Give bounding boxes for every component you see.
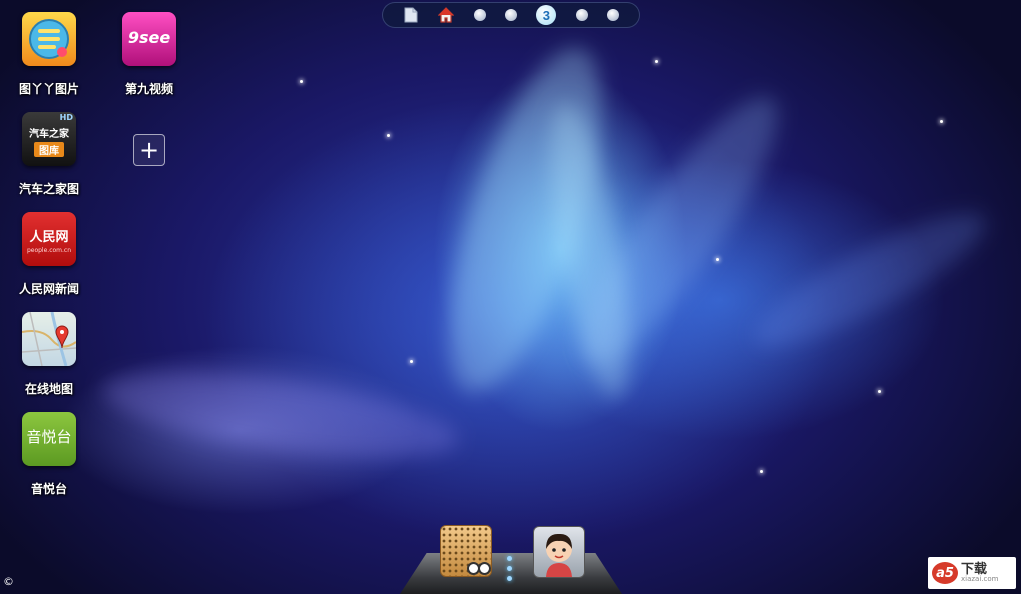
aurora-light <box>741 192 999 368</box>
autohome-icon[interactable]: HD 汽车之家 图库 <box>22 112 76 166</box>
page-dot[interactable] <box>473 9 486 21</box>
icon-text: 音悦台 <box>26 428 72 446</box>
star <box>760 470 763 473</box>
desktop: 3 图丫丫图片 HD 汽车之家 图库 汽车之家图 人民网 people.com.… <box>0 0 1021 594</box>
star <box>940 120 943 123</box>
app-label: 图丫丫图片 <box>18 82 79 96</box>
watermark-logo-text: a5 <box>932 562 958 584</box>
add-app-button[interactable]: + <box>133 134 165 166</box>
hd-badge: HD <box>59 113 73 122</box>
page-indicator: 3 <box>382 2 640 28</box>
star <box>387 134 390 137</box>
aurora-light <box>96 355 464 475</box>
aurora-light <box>534 97 646 403</box>
icon-text: 图库 <box>34 142 64 157</box>
dock-indicator-dot <box>507 556 512 561</box>
9see-icon[interactable]: 9see <box>122 12 176 66</box>
app-autohome[interactable]: HD 汽车之家 图库 汽车之家图 <box>4 112 94 197</box>
people-icon[interactable]: 人民网 people.com.cn <box>22 212 76 266</box>
app-label: 音悦台 <box>30 482 67 496</box>
icon-text: 9see <box>127 28 171 47</box>
star <box>655 60 658 63</box>
app-label: 第九视频 <box>124 82 173 96</box>
avatar-icon[interactable] <box>533 526 585 578</box>
speaker-icon[interactable] <box>440 525 492 577</box>
page-dot[interactable] <box>607 9 620 21</box>
star <box>716 258 719 261</box>
icon-text: 汽车之家 <box>29 129 69 140</box>
dock-indicator-dot <box>507 576 512 581</box>
app-9see[interactable]: 9see 第九视频 <box>104 12 194 97</box>
map-icon[interactable] <box>22 312 76 366</box>
yinyuetai-icon[interactable]: 音悦台 <box>22 412 76 466</box>
tuyaya-icon[interactable] <box>22 12 76 66</box>
notes-page-icon[interactable] <box>403 7 419 23</box>
icon-text: 人民网 <box>29 230 69 245</box>
aurora-light <box>555 75 805 385</box>
app-label: 在线地图 <box>24 382 73 396</box>
app-label: 人民网新闻 <box>18 282 79 296</box>
home-page-icon[interactable] <box>438 7 455 23</box>
aurora-light <box>417 31 633 409</box>
star <box>300 80 303 83</box>
app-people[interactable]: 人民网 people.com.cn 人民网新闻 <box>4 212 94 297</box>
current-page-indicator[interactable]: 3 <box>536 5 557 25</box>
dock-indicator-dot <box>507 566 512 571</box>
star <box>878 390 881 393</box>
app-yinyuetai[interactable]: 音悦台 音悦台 <box>4 412 94 497</box>
page-dot[interactable] <box>575 9 588 21</box>
app-map[interactable]: 在线地图 <box>4 312 94 397</box>
copyright-symbol: © <box>3 575 14 588</box>
watermark-domain: xiazai.com <box>961 575 999 583</box>
icon-text: people.com.cn <box>26 247 72 254</box>
app-label: 汽车之家图 <box>18 182 79 196</box>
app-tuyaya[interactable]: 图丫丫图片 <box>4 12 94 97</box>
page-dot[interactable] <box>504 9 517 21</box>
star <box>410 360 413 363</box>
watermark-logo: a5 下载 xiazai.com <box>928 557 1016 589</box>
